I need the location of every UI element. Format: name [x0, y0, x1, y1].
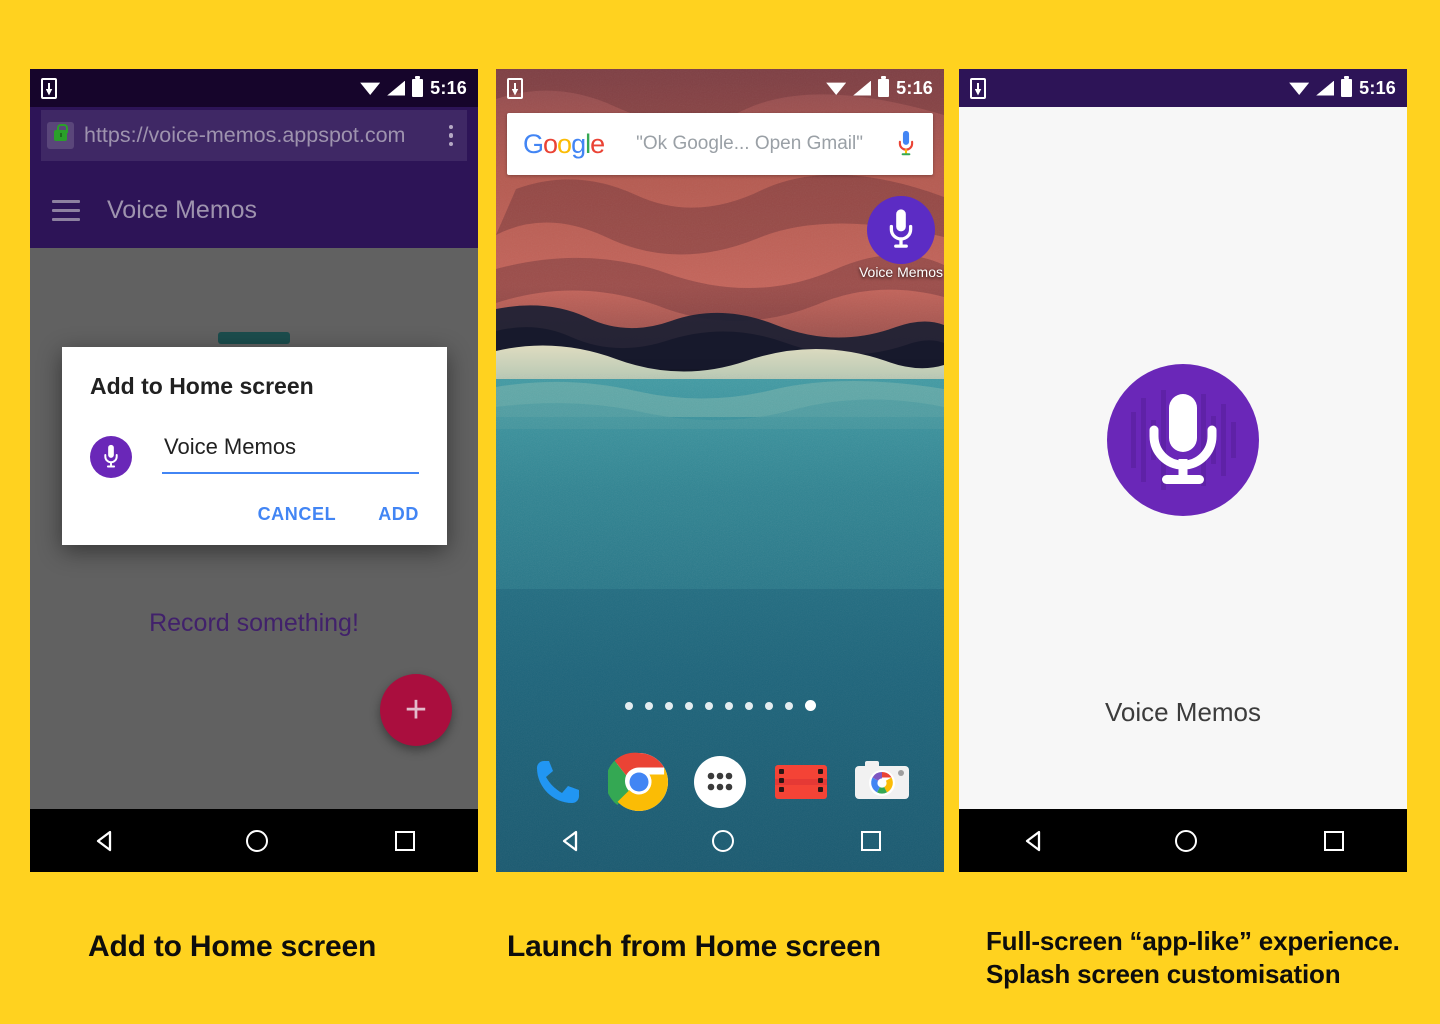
wifi-icon: [360, 82, 381, 95]
page-dot[interactable]: [724, 701, 733, 710]
app-drawer-icon[interactable]: [689, 751, 751, 813]
splash-app-name: Voice Memos: [1104, 697, 1262, 727]
page-dot[interactable]: [624, 701, 633, 710]
back-icon[interactable]: [559, 828, 585, 854]
status-bar: 5:16: [959, 69, 1407, 107]
microphone-icon: [90, 436, 132, 478]
battery-icon: [878, 76, 890, 97]
overflow-menu-icon[interactable]: [441, 124, 461, 147]
page-dot[interactable]: [764, 701, 773, 710]
google-logo-letter: e: [590, 128, 605, 159]
page-dot[interactable]: [644, 701, 653, 710]
back-icon[interactable]: [1022, 828, 1048, 854]
chrome-browser-screen: 5:16 https://voice-memos.appspot.com Voi…: [30, 69, 478, 872]
hidden-content-sliver: [218, 332, 290, 344]
status-bar-clock: 5:16: [430, 77, 467, 98]
recents-icon[interactable]: [394, 830, 415, 851]
download-icon: [41, 77, 57, 99]
page-dot[interactable]: [684, 701, 693, 710]
chrome-app-icon[interactable]: [605, 751, 670, 813]
caption-fullscreen-splash: Full-screen “app-like” experience. Splas…: [986, 925, 1400, 991]
empty-state-text: Record something!: [149, 609, 359, 637]
add-to-home-screen-dialog: Add to Home screen C: [62, 347, 447, 545]
page-dot[interactable]: [784, 701, 793, 710]
secure-lock-icon: [47, 122, 74, 149]
recents-icon[interactable]: [860, 830, 881, 851]
battery-icon: [412, 76, 424, 97]
battery-icon: [1341, 76, 1353, 97]
home-screen-app-shortcut[interactable]: Voice Memos: [851, 196, 944, 282]
cancel-button[interactable]: CANCEL: [258, 504, 337, 525]
back-icon[interactable]: [93, 828, 119, 854]
recents-icon[interactable]: [1323, 830, 1344, 851]
record-fab-button[interactable]: +: [380, 674, 452, 746]
shortcut-name-field-wrap: [162, 434, 419, 474]
hamburger-menu-icon[interactable]: [52, 200, 80, 221]
splash-screen: 5:16 Voice Memos: [959, 69, 1407, 872]
home-icon[interactable]: [1174, 829, 1197, 852]
google-logo: Google: [523, 128, 605, 160]
home-icon[interactable]: [711, 829, 734, 852]
phone-screenshot-home-screen: 5:16 Google "Ok Google... Open Gmail" Vo…: [496, 69, 944, 872]
microphone-icon: [1107, 364, 1259, 516]
status-bar-right: 5:16: [1289, 76, 1396, 99]
status-bar: 5:16: [30, 69, 478, 107]
app-bar: Voice Memos: [30, 173, 478, 248]
page-dot[interactable]: [704, 701, 713, 710]
google-logo-letter: o: [557, 128, 572, 159]
slide-canvas: 5:16 https://voice-memos.appspot.com Voi…: [0, 0, 1440, 1024]
status-bar-right: 5:16: [360, 76, 467, 99]
app-bar-title: Voice Memos: [107, 196, 258, 224]
phone-app-icon[interactable]: [527, 751, 589, 813]
phone-screenshot-splash-screen: 5:16 Voice Memos: [959, 69, 1407, 872]
dialog-title: Add to Home screen: [90, 373, 314, 399]
navigation-bar: [959, 809, 1407, 872]
page-dot[interactable]: [744, 701, 753, 710]
signal-icon: [1316, 80, 1335, 96]
shortcut-label: Voice Memos: [858, 264, 944, 280]
google-logo-letter: g: [571, 128, 586, 159]
download-icon: [507, 77, 523, 99]
google-search-widget[interactable]: Google "Ok Google... Open Gmail": [507, 113, 933, 175]
plus-icon: +: [404, 689, 428, 731]
shortcut-name-input[interactable]: [162, 434, 419, 474]
page-dot[interactable]: [664, 701, 673, 710]
signal-icon: [853, 80, 872, 96]
status-bar-right: 5:16: [826, 76, 933, 99]
home-screen-page-indicator: [496, 700, 944, 711]
search-hint-text: "Ok Google... Open Gmail": [636, 133, 863, 154]
dialog-body: [90, 434, 419, 478]
home-screen: 5:16 Google "Ok Google... Open Gmail" Vo…: [496, 69, 944, 872]
navigation-bar: [496, 809, 944, 872]
home-icon[interactable]: [245, 829, 268, 852]
page-dot-active[interactable]: [804, 700, 816, 711]
microphone-icon: [867, 196, 935, 264]
status-bar: 5:16: [496, 69, 944, 107]
play-movies-app-icon[interactable]: [770, 751, 832, 813]
caption-add-to-home-screen: Add to Home screen: [88, 930, 377, 963]
wifi-icon: [826, 82, 847, 95]
navigation-bar: [30, 809, 478, 872]
caption-launch-from-home-screen: Launch from Home screen: [507, 930, 881, 963]
camera-app-icon[interactable]: [851, 751, 913, 813]
wifi-icon: [1289, 82, 1310, 95]
status-bar-clock: 5:16: [896, 77, 933, 98]
browser-url-bar[interactable]: https://voice-memos.appspot.com: [41, 110, 467, 161]
signal-icon: [387, 80, 406, 96]
caption-line-1: Full-screen “app-like” experience.: [986, 926, 1400, 956]
caption-line-2: Splash screen customisation: [986, 958, 1341, 989]
phone-screenshot-add-to-home: 5:16 https://voice-memos.appspot.com Voi…: [30, 69, 478, 872]
google-logo-letter: G: [523, 128, 544, 159]
voice-search-microphone-icon[interactable]: [895, 130, 917, 158]
status-bar-clock: 5:16: [1359, 77, 1396, 98]
download-icon: [970, 77, 986, 99]
dialog-actions: CANCEL ADD: [90, 504, 419, 533]
add-button[interactable]: ADD: [378, 504, 419, 525]
url-text: https://voice-memos.appspot.com: [84, 123, 406, 147]
google-logo-letter: o: [543, 128, 558, 159]
